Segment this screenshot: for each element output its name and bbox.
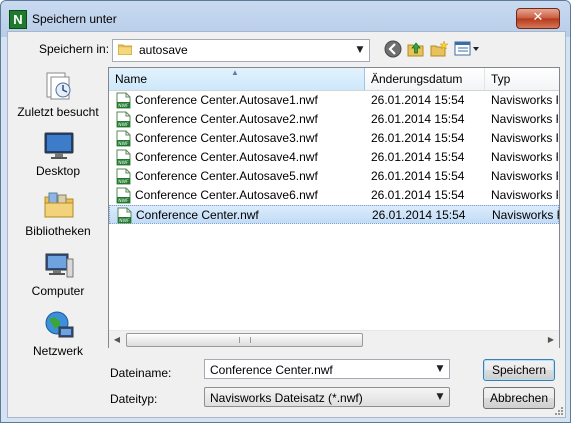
nwf-file-icon: NWF <box>116 111 131 128</box>
file-date: 26.01.2014 15:54 <box>371 112 465 126</box>
file-date: 26.01.2014 15:54 <box>371 169 465 183</box>
chevron-down-icon[interactable]: ▼ <box>433 388 447 406</box>
nwf-file-icon: NWF <box>116 92 131 109</box>
network-icon <box>45 311 74 338</box>
resize-grip-icon[interactable] <box>554 406 564 416</box>
save-in-label: Speichern in: <box>39 42 110 56</box>
file-name: Conference Center.Autosave3.nwf <box>135 131 318 145</box>
scrollbar-thumb[interactable] <box>126 333 363 347</box>
window-title: Speichern unter <box>32 12 117 26</box>
filename-label: Dateiname: <box>110 366 172 380</box>
svg-text:NWF: NWF <box>118 160 129 166</box>
chevron-down-icon[interactable]: ▼ <box>433 360 447 378</box>
save-in-value: autosave <box>139 43 188 57</box>
file-type: Navisworks F <box>491 112 558 126</box>
filetype-label: Dateityp: <box>110 392 158 406</box>
nwf-file-icon: NWF <box>116 130 131 147</box>
filetype-select[interactable]: Navisworks Dateisatz (*.nwf) ▼ <box>204 387 450 407</box>
place-label: Netzwerk <box>32 344 83 358</box>
file-date: 26.01.2014 15:54 <box>371 150 465 164</box>
file-type: Navisworks F <box>491 150 558 164</box>
file-list-header: ▲ Name Änderungsdatum Typ <box>109 68 559 91</box>
place-label: Bibliotheken <box>25 224 91 238</box>
file-row[interactable]: NWF Conference Center.Autosave3.nwf 26.01.… <box>109 129 559 148</box>
place-libraries[interactable]: Bibliotheken <box>13 189 103 243</box>
horizontal-scrollbar[interactable]: ◀ ▶ <box>109 330 559 348</box>
svg-text:NWF: NWF <box>118 179 129 185</box>
computer-icon <box>45 253 74 278</box>
desktop-icon <box>44 132 74 159</box>
svg-text:NWF: NWF <box>118 122 129 128</box>
close-button[interactable]: ✕ <box>516 8 560 29</box>
file-type: Navisworks F <box>491 131 558 145</box>
file-date: 26.01.2014 15:54 <box>371 188 465 202</box>
file-type: Navisworks F <box>492 208 559 222</box>
file-name: Conference Center.Autosave6.nwf <box>135 188 318 202</box>
save-dialog-window: N Speichern unter ✕ Speichern in: autosa… <box>0 0 571 423</box>
folder-icon <box>118 44 132 55</box>
save-button[interactable]: Speichern <box>483 359 555 381</box>
new-folder-icon[interactable] <box>430 40 448 58</box>
file-row[interactable]: NWF Conference Center.Autosave2.nwf 26.01.… <box>109 110 559 129</box>
places-bar: Zuletzt besucht Desktop Bibliotheken Com… <box>13 70 101 358</box>
chevron-down-icon[interactable]: ▼ <box>353 40 367 61</box>
back-icon[interactable] <box>384 40 402 58</box>
file-row[interactable]: NWF Conference Center.Autosave6.nwf 26.01.… <box>109 186 559 205</box>
file-row[interactable]: NWF Conference Center.nwf 26.01.2014 15:54… <box>109 205 559 224</box>
cancel-button[interactable]: Abbrechen <box>483 387 555 409</box>
file-row[interactable]: NWF Conference Center.Autosave4.nwf 26.01.… <box>109 148 559 167</box>
place-recent[interactable]: Zuletzt besucht <box>13 70 103 124</box>
filename-input[interactable]: Conference Center.nwf ▼ <box>204 359 450 379</box>
sort-ascending-icon: ▲ <box>231 68 239 77</box>
up-folder-icon[interactable] <box>407 40 425 58</box>
svg-text:NWF: NWF <box>118 103 129 109</box>
navisworks-app-icon: N <box>9 10 27 29</box>
svg-text:NWF: NWF <box>118 141 129 147</box>
nwf-file-icon: NWF <box>116 187 131 204</box>
column-header-date[interactable]: Änderungsdatum <box>365 68 485 90</box>
file-type: Navisworks F <box>491 93 558 107</box>
column-header-type[interactable]: Typ <box>485 68 559 90</box>
svg-text:NWF: NWF <box>118 198 129 204</box>
place-desktop[interactable]: Desktop <box>13 129 103 183</box>
file-date: 26.01.2014 15:54 <box>371 93 465 107</box>
nwf-file-icon: NWF <box>116 168 131 185</box>
nwf-file-icon: NWF <box>117 207 132 224</box>
filename-value: Conference Center.nwf <box>210 363 333 377</box>
dialog-client-area: Speichern in: autosave ▼ Zuletzt besucht… <box>7 31 566 418</box>
save-in-combobox[interactable]: autosave ▼ <box>112 39 370 62</box>
file-name: Conference Center.Autosave4.nwf <box>135 150 318 164</box>
file-name: Conference Center.Autosave2.nwf <box>135 112 318 126</box>
file-date: 26.01.2014 15:54 <box>372 208 466 222</box>
file-row[interactable]: NWF Conference Center.Autosave1.nwf 26.01.… <box>109 91 559 110</box>
filetype-value: Navisworks Dateisatz (*.nwf) <box>210 391 363 405</box>
recent-places-icon <box>46 72 71 100</box>
place-computer[interactable]: Computer <box>13 249 103 303</box>
nwf-file-icon: NWF <box>116 149 131 166</box>
file-name: Conference Center.Autosave1.nwf <box>135 93 318 107</box>
file-name: Conference Center.Autosave5.nwf <box>135 169 318 183</box>
scroll-left-icon[interactable]: ◀ <box>111 334 123 346</box>
file-list[interactable]: ▲ Name Änderungsdatum Typ NWF Conference … <box>108 67 560 348</box>
file-type: Navisworks F <box>491 169 558 183</box>
place-network[interactable]: Netzwerk <box>13 309 103 363</box>
file-date: 26.01.2014 15:54 <box>371 131 465 145</box>
svg-text:NWF: NWF <box>119 218 130 224</box>
column-header-name[interactable]: ▲ Name <box>109 68 365 90</box>
file-type: Navisworks F <box>491 188 558 202</box>
libraries-icon <box>44 192 74 218</box>
file-row[interactable]: NWF Conference Center.Autosave5.nwf 26.01.… <box>109 167 559 186</box>
place-label: Computer <box>31 284 85 298</box>
view-menu-icon[interactable] <box>454 40 480 58</box>
place-label: Desktop <box>35 164 81 178</box>
file-name: Conference Center.nwf <box>136 208 259 222</box>
scroll-right-icon[interactable]: ▶ <box>545 334 557 346</box>
place-label: Zuletzt besucht <box>17 105 99 119</box>
